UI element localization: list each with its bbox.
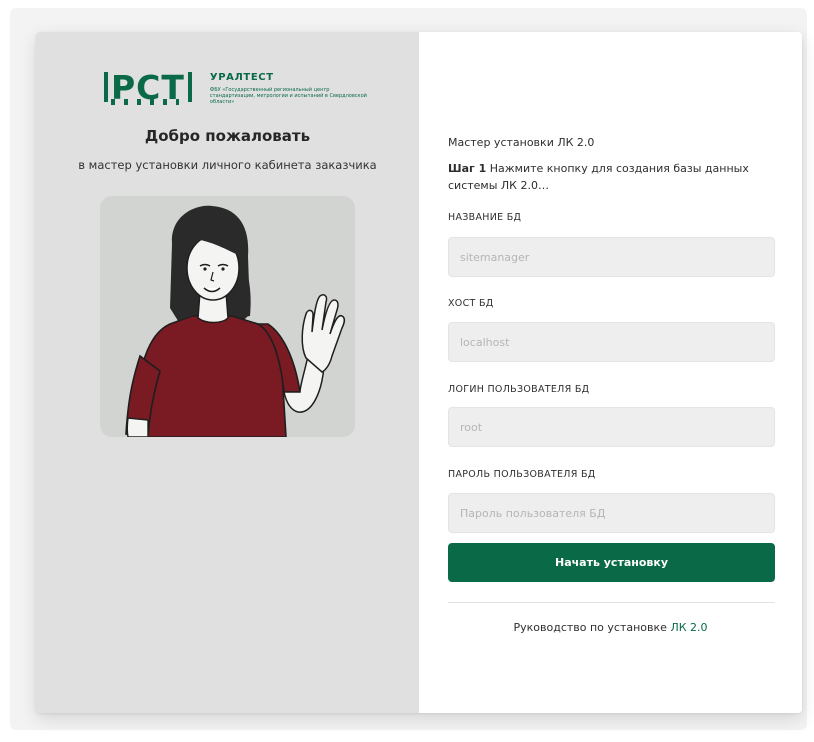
- install-form-panel: Мастер установки ЛК 2.0 Шаг 1 Нажмите кн…: [419, 32, 802, 713]
- guide-link[interactable]: ЛК 2.0: [670, 621, 707, 634]
- db-name-input[interactable]: [448, 237, 775, 277]
- logo-bar-right: [187, 72, 192, 102]
- logo-bar-left: [104, 72, 108, 102]
- step-label: Шаг 1: [448, 162, 487, 175]
- db-password-label: ПАРОЛЬ ПОЛЬЗОВАТЕЛЯ БД: [448, 469, 596, 480]
- welcome-subtitle: в мастер установки личного кабинета зака…: [78, 158, 377, 172]
- waving-woman-illustration: [100, 196, 355, 437]
- install-guide: Руководство по установке ЛК 2.0: [419, 621, 802, 634]
- db-name-label: НАЗВАНИЕ БД: [448, 212, 522, 223]
- db-host-label: ХОСТ БД: [448, 298, 494, 309]
- installer-card: РСТ УРАЛТЕСТ ФБУ «Государственный регион…: [36, 32, 802, 713]
- db-host-input[interactable]: [448, 322, 775, 362]
- waving-woman-icon: [125, 205, 346, 437]
- uraltest-logo: РСТ УРАЛТЕСТ ФБУ «Государственный регион…: [98, 71, 370, 105]
- logo-title: УРАЛТЕСТ: [209, 72, 274, 83]
- logo-text: УРАЛТЕСТ ФБУ «Государственный региональн…: [210, 72, 370, 105]
- wizard-title: Мастер установки ЛК 2.0: [448, 136, 595, 149]
- welcome-title: Добро пожаловать: [144, 127, 311, 145]
- guide-text: Руководство по установке: [513, 621, 667, 634]
- db-user-label: ЛОГИН ПОЛЬЗОВАТЕЛЯ БД: [448, 384, 590, 395]
- db-user-input[interactable]: [448, 407, 775, 447]
- start-install-button[interactable]: Начать установку: [448, 543, 775, 582]
- welcome-panel: РСТ УРАЛТЕСТ ФБУ «Государственный регион…: [36, 32, 419, 713]
- step-text: Нажмите кнопку для создания базы данных …: [448, 162, 749, 192]
- logo-subtitle: ФБУ «Государственный региональный центр …: [209, 87, 367, 105]
- rst-logo-mark: РСТ: [98, 71, 198, 105]
- divider: [448, 602, 775, 603]
- db-password-input[interactable]: [448, 493, 775, 533]
- step-description: Шаг 1 Нажмите кнопку для создания базы д…: [448, 160, 758, 194]
- logo-dots: [111, 99, 179, 105]
